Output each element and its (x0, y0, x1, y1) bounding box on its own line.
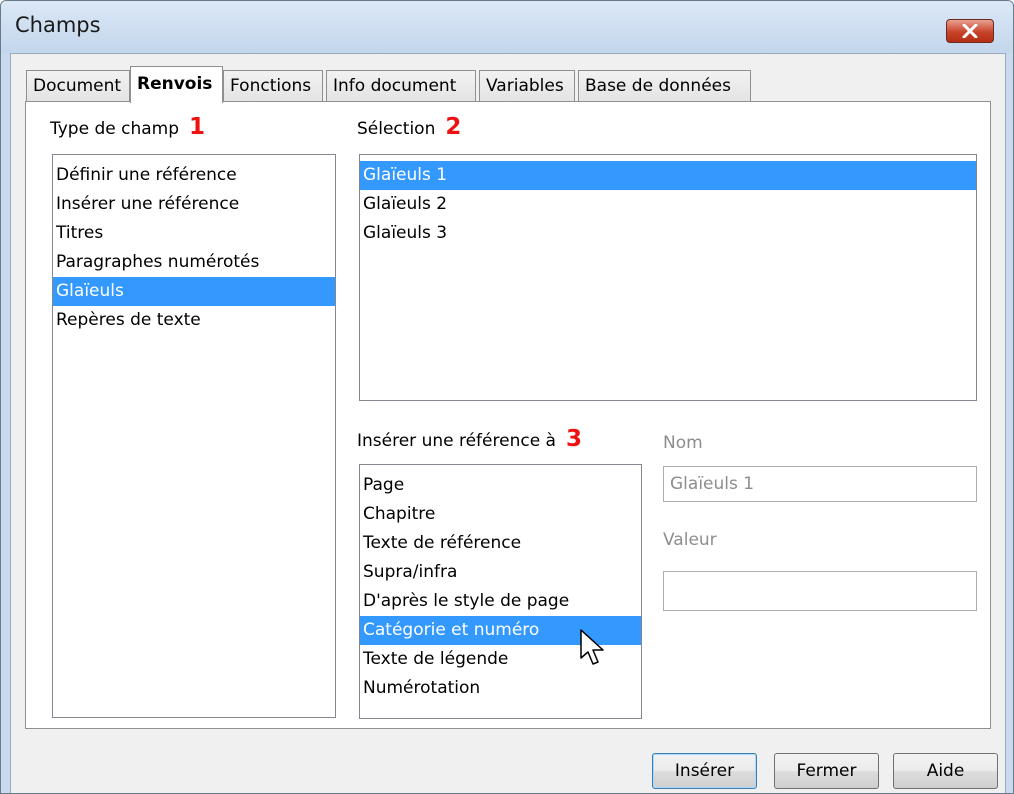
list-item[interactable]: Supra/infra (360, 558, 641, 587)
list-item[interactable]: D'après le style de page (360, 587, 641, 616)
list-item[interactable]: Glaïeuls 2 (360, 190, 976, 219)
callout-marker-1: 1 (189, 114, 206, 140)
insert-button[interactable]: Insérer (652, 753, 757, 789)
insert-ref-heading: Insérer une référence à 3 (357, 426, 582, 452)
list-item[interactable]: Texte de référence (360, 529, 641, 558)
value-field[interactable] (663, 571, 977, 611)
name-label: Nom (663, 433, 703, 453)
dialog-body: Document Renvois Fonctions Info document… (10, 53, 1006, 793)
value-label: Valeur (663, 530, 717, 550)
list-item[interactable]: Repères de texte (53, 306, 335, 335)
tab-base-de-donnees[interactable]: Base de données (578, 70, 751, 102)
callout-marker-2: 2 (445, 114, 462, 140)
list-item[interactable]: Insérer une référence (53, 190, 335, 219)
selection-heading: Sélection 2 (357, 114, 461, 140)
list-item-selected[interactable]: Glaïeuls (53, 277, 335, 306)
list-item[interactable]: Définir une référence (53, 161, 335, 190)
renvois-panel: Type de champ 1 Définir une référence Ins… (25, 101, 991, 729)
list-item[interactable]: Paragraphes numérotés (53, 248, 335, 277)
window-title: Champs (15, 13, 101, 37)
field-type-list[interactable]: Définir une référence Insérer une référe… (52, 154, 336, 718)
title-bar[interactable]: Champs (1, 1, 1013, 53)
list-item[interactable]: Glaïeuls 3 (360, 219, 976, 248)
mouse-pointer-icon (580, 629, 604, 665)
tab-fonctions[interactable]: Fonctions (223, 70, 323, 102)
selection-list[interactable]: Glaïeuls 1 Glaïeuls 2 Glaïeuls 3 (359, 154, 977, 401)
callout-marker-3: 3 (565, 426, 582, 452)
insert-ref-list[interactable]: Page Chapitre Texte de référence Supra/i… (359, 464, 642, 719)
name-field[interactable]: Glaïeuls 1 (663, 466, 977, 502)
list-item[interactable]: Page (360, 471, 641, 500)
help-button[interactable]: Aide (893, 753, 998, 789)
tab-variables[interactable]: Variables (479, 70, 575, 102)
list-item[interactable]: Numérotation (360, 674, 641, 703)
list-item[interactable]: Titres (53, 219, 335, 248)
selection-label: Sélection (357, 119, 436, 139)
tab-renvois[interactable]: Renvois (130, 66, 223, 103)
field-type-label: Type de champ (50, 119, 179, 139)
list-item[interactable]: Chapitre (360, 500, 641, 529)
field-type-heading: Type de champ 1 (50, 114, 205, 140)
list-item-selected[interactable]: Glaïeuls 1 (360, 161, 976, 190)
tab-info-document[interactable]: Info document (326, 70, 476, 102)
close-window-button[interactable] (946, 19, 994, 43)
close-icon (962, 24, 978, 38)
champs-dialog: Champs Document Renvois Fonctions Info d… (0, 0, 1014, 794)
close-button[interactable]: Fermer (774, 753, 879, 789)
insert-ref-label: Insérer une référence à (357, 431, 556, 451)
tab-document[interactable]: Document (26, 70, 130, 102)
